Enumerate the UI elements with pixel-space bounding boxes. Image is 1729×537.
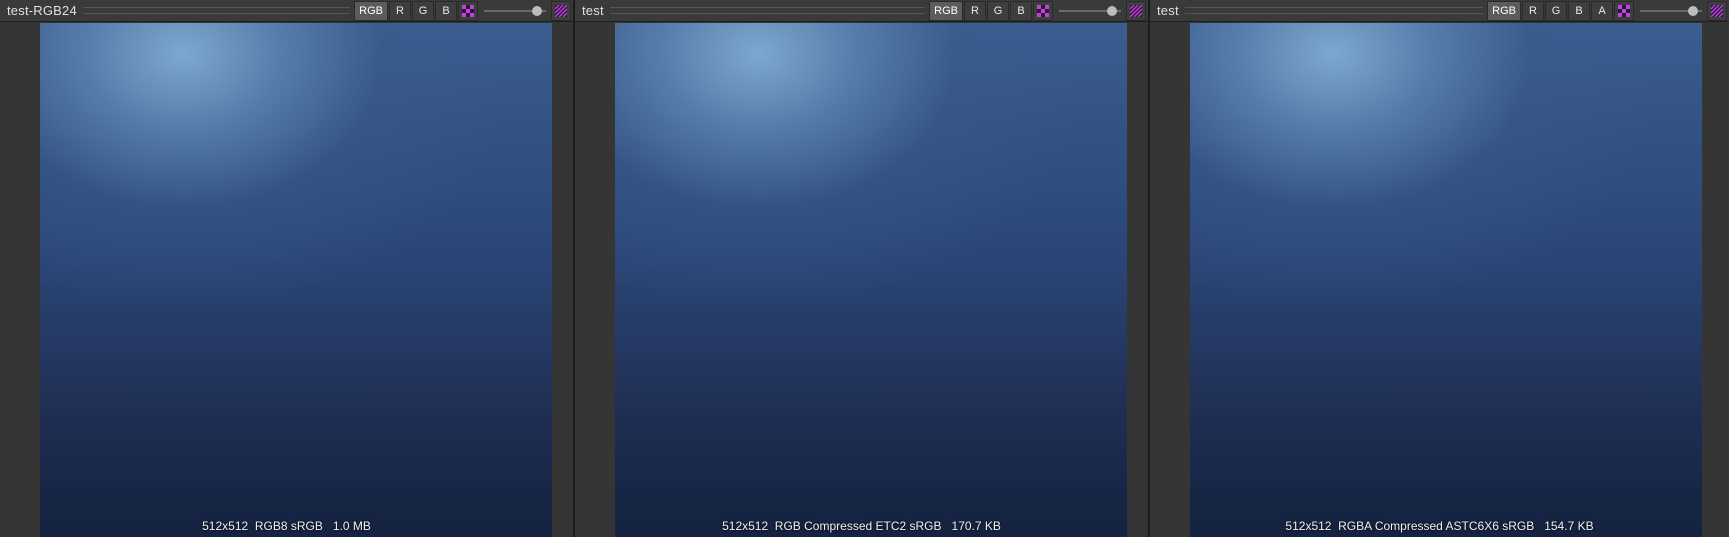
hatch-pattern-icon[interactable] xyxy=(1707,0,1727,21)
checkerboard-icon[interactable] xyxy=(458,0,478,21)
channel-b-button[interactable]: B xyxy=(1010,0,1032,21)
panel-title: test xyxy=(1157,3,1179,18)
checkerboard-icon[interactable] xyxy=(1614,0,1634,21)
panel-toolbar: test RGB R G B xyxy=(575,0,1148,22)
texture-image xyxy=(1190,23,1702,537)
drag-grip[interactable] xyxy=(609,7,926,14)
hatch-pattern-icon[interactable] xyxy=(1126,0,1146,21)
panel-toolbar: test RGB R G B A xyxy=(1150,0,1729,22)
exposure-slider[interactable] xyxy=(1640,1,1702,21)
viewer-panels: test-RGB24 RGB R G B 512x512 RGB8 sRGB 1… xyxy=(0,0,1729,537)
drag-grip[interactable] xyxy=(82,7,351,14)
panel-title: test xyxy=(582,3,604,18)
image-panel-1: test-RGB24 RGB R G B 512x512 RGB8 sRGB 1… xyxy=(0,0,575,537)
channel-r-button[interactable]: R xyxy=(1522,0,1544,21)
image-info-label: 512x512 RGBA Compressed ASTC6X6 sRGB 154… xyxy=(1285,519,1594,533)
channel-rgb-button[interactable]: RGB xyxy=(929,0,963,21)
channel-r-button[interactable]: R xyxy=(389,0,411,21)
drag-grip[interactable] xyxy=(1184,7,1484,14)
panel-title: test-RGB24 xyxy=(7,3,77,18)
checkerboard-icon[interactable] xyxy=(1033,0,1053,21)
channel-b-button[interactable]: B xyxy=(1568,0,1590,21)
channel-b-button[interactable]: B xyxy=(435,0,457,21)
image-info-label: 512x512 RGB Compressed ETC2 sRGB 170.7 K… xyxy=(722,519,1001,533)
hatch-pattern-icon[interactable] xyxy=(551,0,571,21)
image-panel-3: test RGB R G B A 512x512 RGBA Compressed… xyxy=(1150,0,1729,537)
texture-image xyxy=(40,23,552,537)
exposure-slider[interactable] xyxy=(1059,1,1121,21)
panel-toolbar: test-RGB24 RGB R G B xyxy=(0,0,573,22)
channel-g-button[interactable]: G xyxy=(1545,0,1567,21)
exposure-slider[interactable] xyxy=(484,1,546,21)
image-panel-2: test RGB R G B 512x512 RGB Compressed ET… xyxy=(575,0,1150,537)
channel-r-button[interactable]: R xyxy=(964,0,986,21)
texture-image xyxy=(615,23,1127,537)
channel-g-button[interactable]: G xyxy=(412,0,434,21)
channel-rgb-button[interactable]: RGB xyxy=(1487,0,1521,21)
channel-a-button[interactable]: A xyxy=(1591,0,1613,21)
image-info-label: 512x512 RGB8 sRGB 1.0 MB xyxy=(202,519,371,533)
channel-g-button[interactable]: G xyxy=(987,0,1009,21)
channel-rgb-button[interactable]: RGB xyxy=(354,0,388,21)
